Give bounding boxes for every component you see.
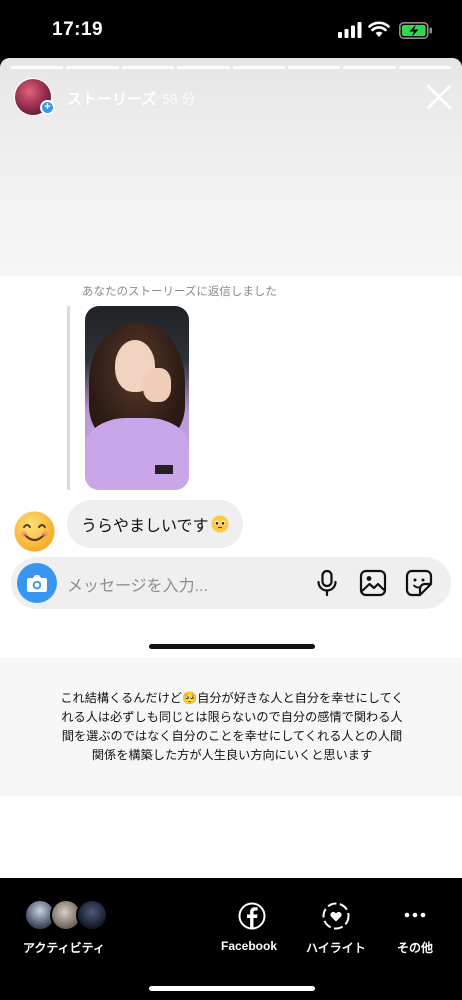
story-viewer: + ストーリーズ 58 分 あなたのストーリーズに返信しました うらやましいです: [0, 58, 462, 878]
camera-button[interactable]: [17, 563, 57, 603]
wifi-icon: [368, 21, 390, 37]
activity-avatars[interactable]: [24, 899, 114, 933]
message-bubble[interactable]: うらやましいです: [67, 500, 243, 548]
facebook-label[interactable]: Facebook: [221, 939, 277, 953]
close-icon[interactable]: [426, 84, 452, 110]
story-header-area: + ストーリーズ 58 分: [0, 58, 462, 276]
smiling-face-emoji[interactable]: [13, 510, 56, 553]
story-age: 58 分: [162, 91, 196, 107]
microphone-icon[interactable]: [315, 569, 339, 597]
more-icon[interactable]: [404, 912, 426, 918]
story-title[interactable]: ストーリーズ: [67, 88, 156, 109]
status-bar: 17:19: [0, 0, 462, 58]
story-thumbnail[interactable]: [85, 306, 189, 490]
pleading-face-emoji: [211, 515, 229, 533]
story-reply-note: あなたのストーリーズに返信しました: [82, 286, 277, 298]
more-label[interactable]: その他: [397, 939, 433, 956]
cellular-signal-icon: [338, 22, 362, 38]
story-caption-box: これ結構くるんだけど🥺自分が好きな人と自分を幸せにしてくれる人は必ずしも同じとは…: [0, 658, 462, 796]
home-indicator: [149, 986, 315, 991]
quote-bar: [67, 306, 70, 490]
story-footer: アクティビティ Facebook ハイライト その他: [0, 878, 462, 1000]
image-icon[interactable]: [359, 569, 387, 597]
story-caption: これ結構くるんだけど🥺自分が好きな人と自分を幸せにしてくれる人は必ずしも同じとは…: [60, 691, 404, 762]
story-progress-bar: [11, 66, 451, 69]
viewer-avatar: [76, 899, 108, 931]
status-time: 17:19: [52, 19, 104, 40]
camera-icon: [27, 575, 47, 592]
sticker-icon[interactable]: [405, 569, 433, 597]
screenshot-home-indicator: [149, 644, 315, 649]
message-input[interactable]: メッセージを入力...: [67, 572, 208, 596]
activity-label[interactable]: アクティビティ: [23, 939, 105, 956]
highlight-label[interactable]: ハイライト: [306, 939, 366, 956]
message-text: うらやましいです: [81, 518, 209, 535]
message-composer[interactable]: メッセージを入力...: [11, 557, 451, 609]
highlight-icon[interactable]: [322, 902, 350, 930]
add-story-badge: +: [40, 100, 55, 115]
battery-charging-icon: [399, 22, 432, 39]
facebook-icon[interactable]: [238, 902, 266, 930]
